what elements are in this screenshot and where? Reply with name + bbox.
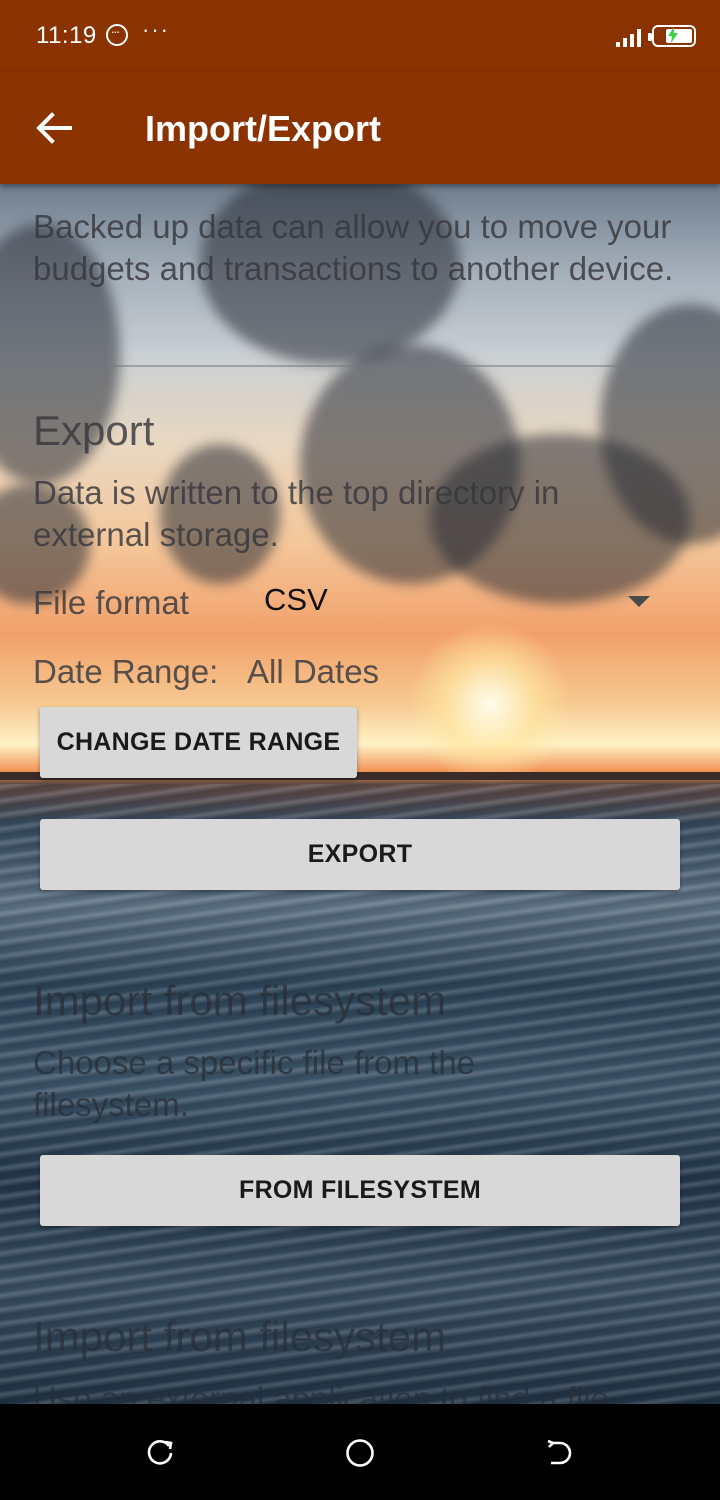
message-icon xyxy=(106,21,128,46)
more-dots-icon: ··· xyxy=(142,17,170,42)
back-button[interactable] xyxy=(30,108,78,148)
status-notification-icons: ··· xyxy=(106,17,170,46)
recents-icon[interactable] xyxy=(145,1438,175,1468)
date-range-label: Date Range: xyxy=(33,653,219,690)
signal-icon xyxy=(616,27,641,47)
file-format-value: CSV xyxy=(264,582,328,617)
import-filesystem-heading: Import from filesystem xyxy=(33,977,447,1024)
import-external-description: Use an external application to find a fi… xyxy=(33,1380,619,1404)
import-filesystem-description: Choose a specific file from the filesyst… xyxy=(33,1044,476,1123)
navigation-bar xyxy=(0,1404,720,1500)
export-button[interactable]: EXPORT xyxy=(40,819,680,890)
change-date-range-button[interactable]: CHANGE DATE RANGE xyxy=(40,707,357,778)
home-icon[interactable] xyxy=(345,1438,375,1468)
battery-charging-icon xyxy=(648,25,696,47)
export-heading: Export xyxy=(33,407,155,454)
from-filesystem-button[interactable]: FROM FILESYSTEM xyxy=(40,1155,680,1226)
intro-text: Backed up data can allow you to move you… xyxy=(33,208,674,287)
page-title: Import/Export xyxy=(145,108,382,149)
content-area: Backed up data can allow you to move you… xyxy=(0,184,720,1404)
status-time: 11:19 xyxy=(36,22,97,49)
status-bar: 11:19 ··· xyxy=(0,0,720,72)
file-format-label: File format xyxy=(33,584,189,621)
dropdown-arrow-icon xyxy=(628,596,650,607)
divider xyxy=(63,365,720,367)
export-description: Data is written to the top directory in … xyxy=(33,474,560,553)
file-format-dropdown[interactable]: CSV xyxy=(264,582,664,622)
arrow-back-icon xyxy=(36,112,72,144)
import-external-heading: Import from filesystem xyxy=(33,1313,447,1360)
date-range-value: All Dates xyxy=(247,653,380,690)
app-bar: Import/Export xyxy=(0,72,720,184)
back-icon[interactable] xyxy=(545,1438,575,1468)
